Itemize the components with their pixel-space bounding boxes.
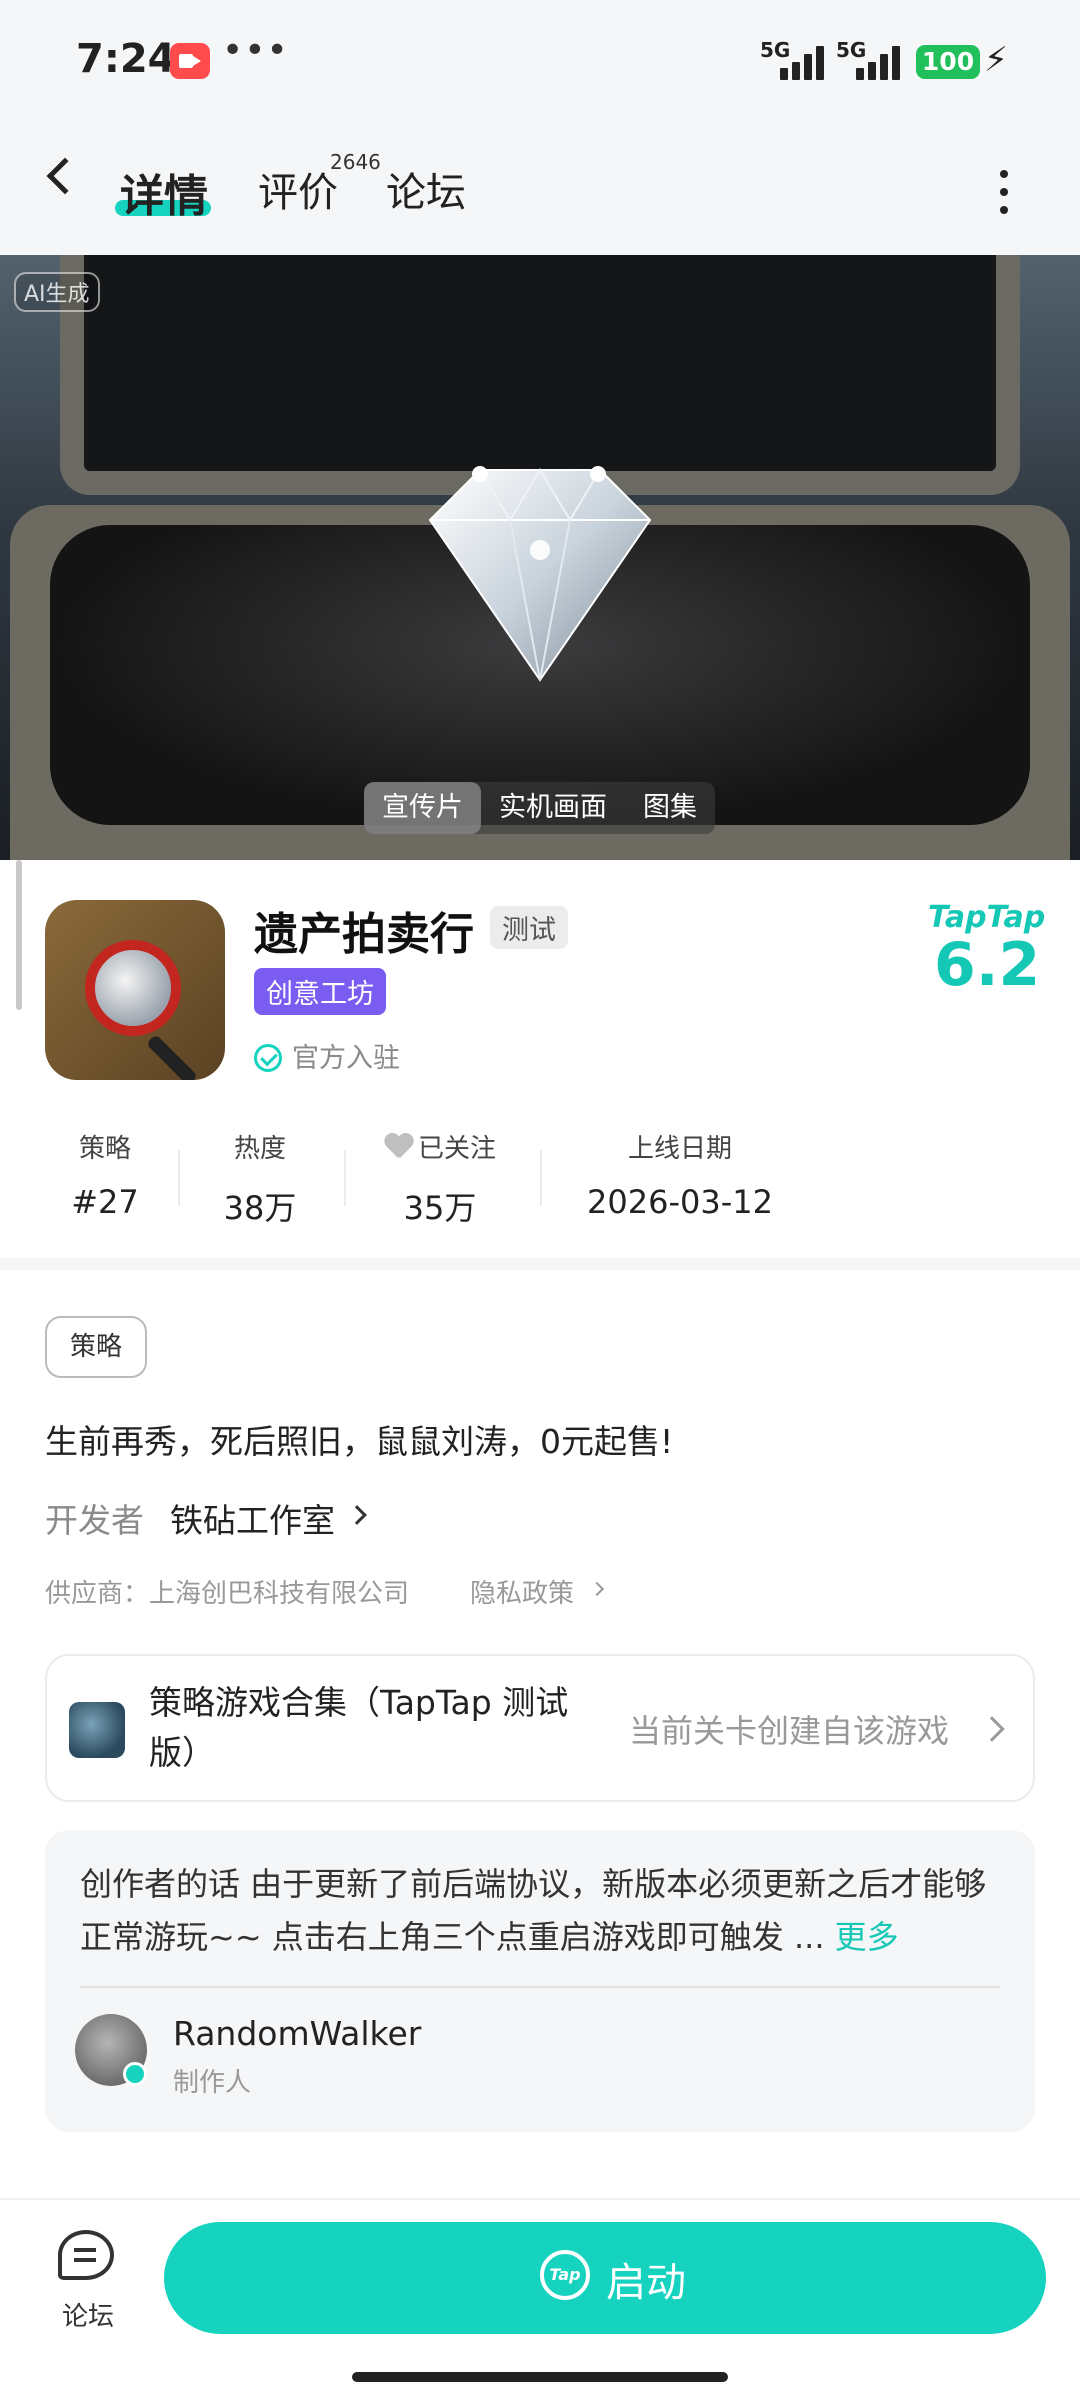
rating-score[interactable]: 6.2 — [934, 930, 1040, 1000]
magnifier-lens — [85, 940, 181, 1036]
launch-label: 启动 — [606, 2260, 686, 2306]
signal-icon-2: 5G — [836, 38, 906, 82]
status-time: 7:24 — [76, 36, 176, 82]
magnifier-handle — [145, 1033, 199, 1080]
media-tabs: 宣传片 实机画面 图集 — [364, 782, 715, 834]
creator-note-card: 创作者的话 由于更新了前后端协议，新版本必须更新之后才能够正常游玩~~ 点击右上… — [45, 1830, 1035, 2132]
stat-heat-label: 热度 — [233, 1134, 286, 1164]
tab-forum[interactable]: 论坛 — [386, 160, 466, 218]
stat-rank[interactable]: 策略 #27 — [60, 1128, 150, 1221]
developer-link[interactable]: 铁砧工作室 — [170, 1494, 335, 1542]
stat-launch-date: 上线日期 2026-03-12 — [570, 1128, 790, 1221]
taptap-icon: Tap — [540, 2250, 590, 2300]
collection-thumbnail — [69, 1702, 125, 1758]
stat-divider — [540, 1150, 542, 1206]
stat-launch-date-label: 上线日期 — [627, 1134, 732, 1164]
stat-divider — [178, 1150, 180, 1206]
charging-icon: ⚡ — [984, 40, 1008, 80]
verified-label: 官方入驻 — [292, 1043, 400, 1074]
creative-workshop-tag[interactable]: 创意工坊 — [254, 968, 386, 1015]
collection-title: 策略游戏合集（TapTap 测试版） — [149, 1683, 569, 1772]
chevron-right-icon — [979, 1716, 1005, 1742]
supplier-text: 供应商：上海创巴科技有限公司 — [45, 1579, 410, 1609]
app-icon — [45, 900, 225, 1080]
stat-rank-value: #27 — [71, 1183, 139, 1221]
ai-generated-tag: AI生成 — [14, 272, 100, 312]
privacy-policy-link[interactable]: 隐私政策 — [470, 1573, 574, 1610]
forum-icon[interactable] — [58, 2230, 114, 2280]
avatar[interactable] — [75, 2014, 147, 2086]
more-notifications-icon: ••• — [222, 30, 289, 71]
tab-review[interactable]: 评价 — [258, 160, 338, 218]
heart-icon — [384, 1134, 414, 1160]
collection-source-text: 当前关卡创建自该游戏 — [629, 1712, 950, 1750]
developer-label: 开发者 — [45, 1501, 144, 1540]
stat-launch-date-value: 2026-03-12 — [587, 1183, 773, 1221]
launch-button[interactable]: Tap 启动 — [164, 2222, 1046, 2334]
media-tab-trailer[interactable]: 宣传片 — [364, 782, 481, 834]
official-verified: 官方入驻 — [254, 1036, 400, 1075]
game-slogan: 生前再秀，死后照旧，鼠鼠刘涛，0元起售! — [45, 1422, 674, 1461]
stat-followers-value: 35万 — [403, 1189, 477, 1227]
stat-divider — [344, 1150, 346, 1206]
stat-followers-text: 已关注 — [417, 1134, 496, 1164]
review-count: 2646 — [330, 150, 381, 174]
more-options-icon[interactable] — [1000, 170, 1010, 214]
home-indicator[interactable] — [352, 2372, 728, 2382]
creator-name[interactable]: RandomWalker — [173, 2014, 421, 2053]
media-tab-gameplay[interactable]: 实机画面 — [481, 782, 625, 834]
media-tab-gallery[interactable]: 图集 — [625, 782, 715, 834]
scroll-indicator — [16, 860, 22, 1010]
collection-card[interactable]: 策略游戏合集（TapTap 测试版） 当前关卡创建自该游戏 — [45, 1654, 1035, 1802]
more-link[interactable]: 更多 — [835, 1918, 899, 1956]
section-divider — [0, 1258, 1080, 1270]
hero-media[interactable] — [0, 255, 1080, 860]
stat-rank-label: 策略 — [78, 1134, 131, 1164]
diamond-image — [428, 466, 652, 682]
battery-icon: 100 — [916, 45, 980, 79]
stat-followers-label: 已关注 — [375, 1128, 505, 1165]
chevron-right-icon — [589, 1581, 605, 1597]
signal-icon-1: 5G — [760, 38, 830, 82]
creator-role: 制作人 — [173, 2068, 252, 2098]
verified-check-icon — [254, 1044, 282, 1072]
stat-followers[interactable]: 已关注 35万 — [375, 1128, 505, 1229]
creator-note: 创作者的话 由于更新了前后端协议，新版本必须更新之后才能够正常游玩~~ 点击右上… — [80, 1858, 1010, 1964]
stat-heat: 热度 38万 — [210, 1128, 310, 1229]
test-badge: 测试 — [490, 906, 568, 949]
forum-button-label[interactable]: 论坛 — [62, 2296, 114, 2333]
divider — [80, 1986, 1000, 1988]
tab-detail[interactable]: 详情 — [120, 160, 208, 224]
screen-record-icon — [170, 43, 210, 79]
chevron-right-icon — [347, 1505, 367, 1525]
app-title: 遗产拍卖行 — [254, 909, 474, 960]
stat-heat-value: 38万 — [223, 1189, 297, 1227]
genre-tag[interactable]: 策略 — [45, 1316, 147, 1378]
verified-badge-icon — [123, 2062, 147, 2086]
